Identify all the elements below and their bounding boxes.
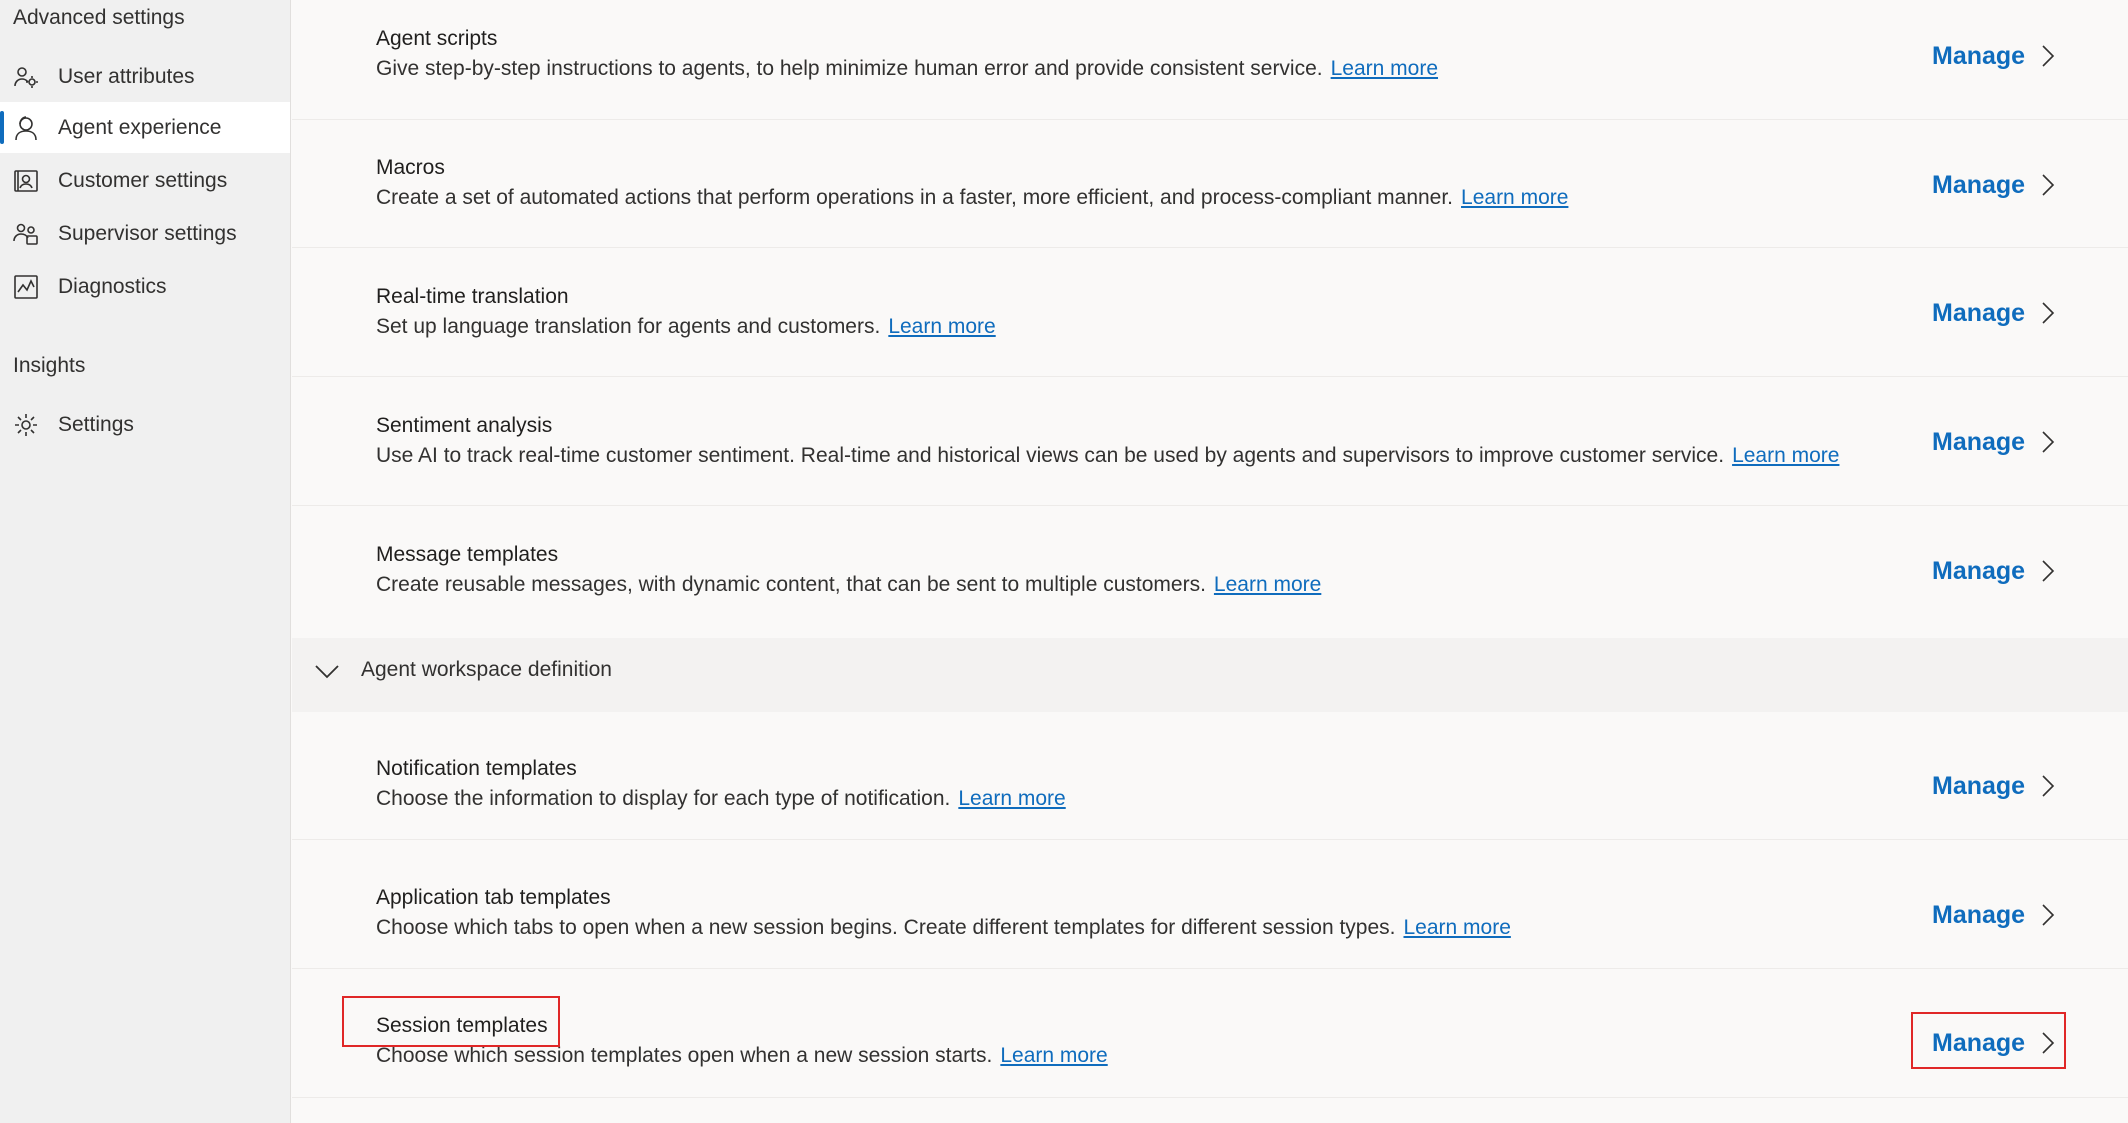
chevron-right-icon [2042, 45, 2055, 67]
learn-more-link[interactable]: Learn more [1732, 444, 1839, 467]
manage-button[interactable]: Manage [1932, 895, 2055, 935]
manage-button[interactable]: Manage [1932, 36, 2055, 76]
setting-description: Use AI to track real-time customer senti… [376, 444, 1839, 468]
chevron-right-icon [2042, 1032, 2055, 1054]
setting-row-message-templates: Message templates Create reusable messag… [292, 507, 2128, 638]
setting-title: Real-time translation [376, 285, 569, 308]
manage-label: Manage [1932, 1028, 2026, 1057]
sidebar-item-customer-settings[interactable]: Customer settings [0, 155, 290, 206]
chevron-right-icon [2042, 174, 2055, 196]
main-content: Agent scripts Give step-by-step instruct… [292, 0, 2128, 1123]
sidebar-item-diagnostics[interactable]: Diagnostics [0, 261, 290, 312]
gear-icon [13, 412, 39, 438]
section-title: Agent workspace definition [361, 658, 612, 681]
manage-label: Manage [1932, 900, 2026, 929]
setting-row-sentiment-analysis: Sentiment analysis Use AI to track real-… [292, 378, 2128, 506]
setting-description: Create a set of automated actions that p… [376, 186, 1568, 210]
sidebar-item-label: Settings [58, 412, 134, 436]
setting-title: Application tab templates [376, 886, 611, 909]
manage-button[interactable]: Manage [1932, 165, 2055, 205]
setting-title: Macros [376, 156, 445, 179]
page: Advanced settings User attributes Agent … [0, 0, 2128, 1123]
sidebar: Advanced settings User attributes Agent … [0, 0, 291, 1123]
manage-label: Manage [1932, 170, 2026, 199]
setting-title: Message templates [376, 543, 559, 566]
learn-more-link[interactable]: Learn more [1000, 1044, 1107, 1067]
setting-row-notification-templates: Notification templates Choose the inform… [292, 712, 2128, 840]
learn-more-link[interactable]: Learn more [1331, 57, 1438, 80]
chevron-right-icon [2042, 302, 2055, 324]
sidebar-item-label: Customer settings [58, 168, 228, 192]
sidebar-item-label: Agent experience [58, 115, 222, 139]
setting-title: Notification templates [376, 757, 577, 780]
setting-title: Sentiment analysis [376, 414, 553, 437]
manage-label: Manage [1932, 427, 2026, 456]
learn-more-link[interactable]: Learn more [1214, 573, 1321, 596]
sidebar-item-label: Supervisor settings [58, 221, 237, 245]
chevron-right-icon [2042, 560, 2055, 582]
setting-description-text: Give step-by-step instructions to agents… [376, 57, 1323, 80]
setting-row-application-tab-templates: Application tab templates Choose which t… [292, 841, 2128, 969]
chevron-right-icon [2042, 431, 2055, 453]
sidebar-item-supervisor-settings[interactable]: Supervisor settings [0, 208, 290, 259]
setting-row-macros: Macros Create a set of automated actions… [292, 120, 2128, 248]
manage-button[interactable]: Manage [1932, 422, 2055, 462]
setting-description: Choose the information to display for ea… [376, 787, 1066, 811]
setting-description: Create reusable messages, with dynamic c… [376, 573, 1321, 597]
agent-icon [13, 115, 39, 141]
advanced-settings-heading: Advanced settings [13, 6, 185, 29]
manage-button[interactable]: Manage [1932, 1023, 2055, 1063]
setting-title: Session templates [376, 1014, 548, 1037]
learn-more-link[interactable]: Learn more [1403, 916, 1510, 939]
manage-label: Manage [1932, 298, 2026, 327]
chart-icon [13, 274, 39, 300]
manage-button[interactable]: Manage [1932, 551, 2055, 591]
manage-button[interactable]: Manage [1932, 293, 2055, 333]
sidebar-item-label: Diagnostics [58, 274, 167, 298]
manage-button[interactable]: Manage [1932, 766, 2055, 806]
setting-row-session-templates: Session templates Choose which session t… [292, 970, 2128, 1098]
setting-description-text: Choose the information to display for ea… [376, 787, 951, 810]
learn-more-link[interactable]: Learn more [958, 787, 1065, 810]
sidebar-item-agent-experience[interactable]: Agent experience [0, 102, 290, 153]
setting-description-text: Set up language translation for agents a… [376, 315, 881, 338]
learn-more-link[interactable]: Learn more [888, 315, 995, 338]
setting-description-text: Create a set of automated actions that p… [376, 186, 1454, 209]
setting-title: Agent scripts [376, 27, 498, 50]
chevron-right-icon [2042, 775, 2055, 797]
setting-description-text: Use AI to track real-time customer senti… [376, 444, 1725, 467]
insights-heading: Insights [13, 354, 86, 377]
setting-description: Set up language translation for agents a… [376, 315, 996, 339]
manage-label: Manage [1932, 41, 2026, 70]
setting-row-real-time-translation: Real-time translation Set up language tr… [292, 249, 2128, 377]
manage-label: Manage [1932, 771, 2026, 800]
people-team-icon [13, 221, 39, 247]
contact-card-icon [13, 168, 39, 194]
setting-description: Give step-by-step instructions to agents… [376, 57, 1438, 81]
sidebar-item-user-attributes[interactable]: User attributes [0, 51, 290, 102]
setting-description-text: Create reusable messages, with dynamic c… [376, 573, 1206, 596]
sidebar-item-label: User attributes [58, 64, 195, 88]
chevron-right-icon [2042, 904, 2055, 926]
user-attributes-icon [13, 64, 39, 90]
sidebar-item-insights-settings[interactable]: Settings [0, 399, 290, 450]
setting-description-text: Choose which tabs to open when a new ses… [376, 916, 1396, 939]
section-header-agent-workspace[interactable]: Agent workspace definition [292, 638, 2128, 712]
setting-description-text: Choose which session templates open when… [376, 1044, 993, 1067]
manage-label: Manage [1932, 556, 2026, 585]
setting-description: Choose which session templates open when… [376, 1044, 1108, 1068]
setting-row-agent-scripts: Agent scripts Give step-by-step instruct… [292, 0, 2128, 120]
setting-description: Choose which tabs to open when a new ses… [376, 916, 1511, 940]
chevron-down-icon [315, 665, 339, 679]
learn-more-link[interactable]: Learn more [1461, 186, 1568, 209]
